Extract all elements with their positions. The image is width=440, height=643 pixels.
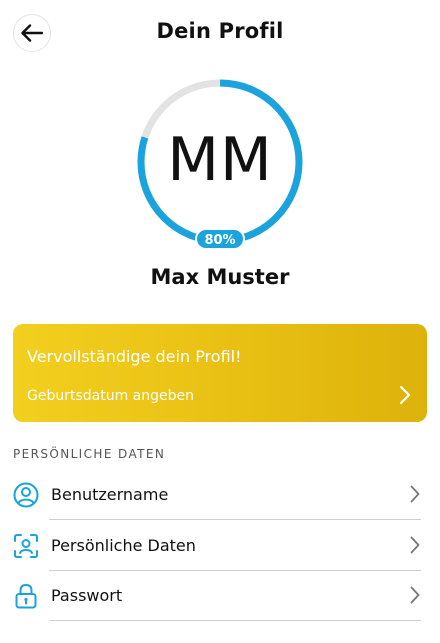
page-title: Dein Profil bbox=[156, 19, 284, 43]
complete-profile-card[interactable]: Vervollständige dein Profil! Geburtsdatu… bbox=[13, 324, 427, 422]
promo-title: Vervollständige dein Profil! bbox=[27, 347, 242, 366]
divider bbox=[49, 620, 421, 621]
list-item-password[interactable]: Passwort bbox=[0, 571, 440, 621]
promo-action: Geburtsdatum angeben bbox=[27, 388, 195, 404]
chevron-right-icon bbox=[410, 536, 420, 554]
completion-badge: 80% bbox=[195, 228, 245, 250]
face-id-icon bbox=[14, 534, 38, 558]
list-item-label: Benutzername bbox=[51, 485, 169, 504]
avatar-initials: MM bbox=[167, 125, 273, 195]
chevron-right-icon bbox=[399, 385, 411, 405]
chevron-right-icon bbox=[410, 485, 420, 503]
list-item-label: Passwort bbox=[51, 586, 123, 605]
user-circle-icon bbox=[13, 482, 39, 508]
divider bbox=[49, 519, 421, 520]
header: Dein Profil bbox=[0, 0, 440, 66]
list-item-label: Persönliche Daten bbox=[51, 536, 196, 555]
user-name: Max Muster bbox=[150, 265, 290, 289]
list-item-personal-data[interactable]: Persönliche Daten bbox=[0, 521, 440, 571]
section-heading-personal-data: PERSÖNLICHE DATEN bbox=[13, 447, 166, 461]
lock-icon bbox=[15, 583, 37, 609]
chevron-right-icon bbox=[410, 586, 420, 604]
avatar[interactable]: MM 80% bbox=[136, 78, 304, 250]
list-item-username[interactable]: Benutzername bbox=[0, 470, 440, 520]
